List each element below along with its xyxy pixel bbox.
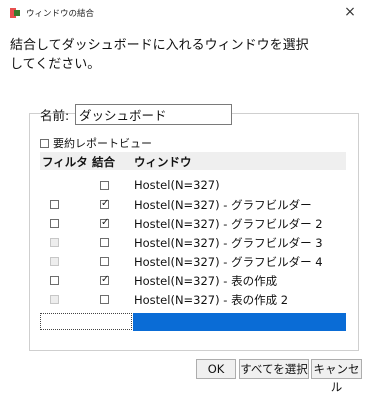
table-row: Hostel(N=327) - グラフビルダー 3 [40,233,346,252]
combine-checkbox[interactable] [100,238,109,247]
filter-checkbox[interactable] [50,276,59,285]
filter-checkbox[interactable] [50,219,59,228]
table-row: Hostel(N=327) - グラフビルダー 2 [40,214,346,233]
grid-header: フィルタ 結合 ウィンドウ [40,152,346,170]
filter-checkbox [50,257,59,266]
app-icon [10,8,20,18]
filter-checkbox [50,295,59,304]
window-name: Hostel(N=327) - 表の作成 [134,274,278,288]
close-icon[interactable]: × [343,3,357,21]
window-name: Hostel(N=327) - グラフビルダー 4 [134,255,323,269]
window-name: Hostel(N=327) - グラフビルダー [134,198,312,212]
selected-cell[interactable] [133,313,346,331]
combine-checkbox[interactable] [100,217,109,228]
table-row: Hostel(N=327) - グラフビルダー 4 [40,252,346,271]
table-row: Hostel(N=327) - 表の作成 [40,271,346,290]
combine-column-header: 結合 [92,155,115,169]
instruction-text: 結合してダッシュボードに入れるウィンドウを選択してください。 [10,38,309,72]
combine-checkbox[interactable] [100,181,109,190]
window-name: Hostel(N=327) - グラフビルダー 3 [134,236,323,250]
cancel-button[interactable]: キャンセル [311,359,362,394]
combine-checkbox[interactable] [100,274,109,285]
blank-row[interactable] [40,313,346,331]
summary-report-checkbox[interactable] [40,138,49,148]
combine-checkbox[interactable] [100,295,109,304]
combine-checkbox[interactable] [100,198,109,209]
filter-column-header: フィルタ [42,155,88,169]
combine-checkbox[interactable] [100,257,109,266]
select-all-button[interactable]: すべてを選択 [239,359,309,379]
table-row: Hostel(N=327) [40,176,346,195]
window-name: Hostel(N=327) [134,178,220,192]
table-row: Hostel(N=327) - グラフビルダー [40,195,346,214]
summary-report-label: 要約レポートビュー [53,137,152,150]
name-input[interactable] [75,104,232,125]
table-row: Hostel(N=327) - 表の作成 2 [40,290,346,309]
filter-checkbox [50,238,59,247]
window-column-header: ウィンドウ [134,155,192,169]
filter-checkbox[interactable] [50,200,59,209]
summary-report-option[interactable]: 要約レポートビュー [40,135,152,151]
window-title: ウィンドウの結合 [26,9,95,19]
name-label: 名前: [40,108,70,123]
title-bar: ウィンドウの結合 × [0,0,367,26]
window-name: Hostel(N=327) - グラフビルダー 2 [134,217,323,231]
focus-cell[interactable] [40,313,132,330]
ok-button[interactable]: OK [196,359,236,379]
window-name: Hostel(N=327) - 表の作成 2 [134,293,289,307]
